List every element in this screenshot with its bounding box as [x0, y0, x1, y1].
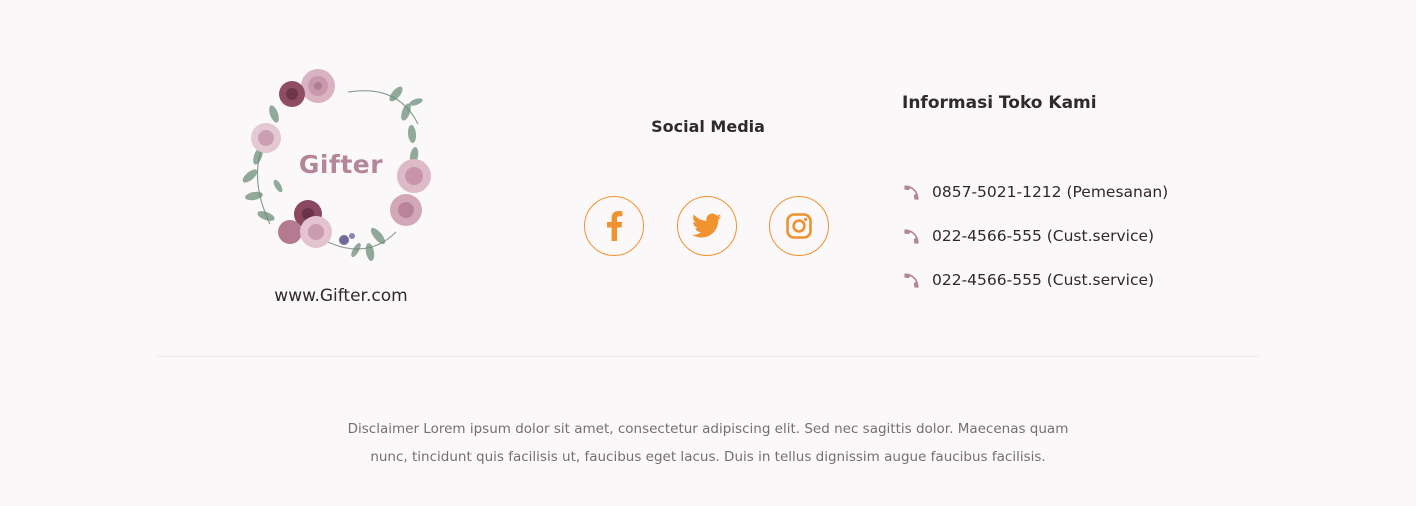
store-info-heading: Informasi Toko Kami — [902, 93, 1097, 113]
logo-text: Gifter — [298, 150, 384, 179]
twitter-icon — [692, 213, 722, 238]
contact-text: 022-4566-555 (Cust.service) — [932, 271, 1155, 289]
footer-divider — [158, 356, 1258, 357]
site-footer: Gifter www.Gifter.com Social Media Infor… — [0, 0, 1416, 506]
website-link[interactable]: www.Gifter.com — [228, 286, 454, 306]
contact-item-service[interactable]: 022-4566-555 (Cust.service) — [901, 214, 1221, 258]
contact-text: 022-4566-555 (Cust.service) — [932, 227, 1155, 245]
contact-text: 0857-5021-1212 (Pemesanan) — [932, 183, 1169, 201]
contact-item-service[interactable]: 022-4566-555 (Cust.service) — [901, 258, 1221, 302]
facebook-button[interactable] — [584, 196, 644, 256]
twitter-button[interactable] — [677, 196, 737, 256]
facebook-icon — [607, 211, 623, 241]
disclaimer-text: Disclaimer Lorem ipsum dolor sit amet, c… — [308, 415, 1108, 471]
phone-icon — [901, 182, 921, 202]
disclaimer-line: nunc, tincidunt quis facilisis ut, fauci… — [370, 449, 1046, 465]
phone-icon — [901, 270, 921, 290]
instagram-button[interactable] — [769, 196, 829, 256]
instagram-icon — [786, 213, 812, 239]
contact-item-order[interactable]: 0857-5021-1212 (Pemesanan) — [901, 170, 1221, 214]
disclaimer-line: Disclaimer Lorem ipsum dolor sit amet, c… — [347, 421, 1069, 437]
brand-logo[interactable]: Gifter — [228, 64, 454, 274]
social-media-links — [584, 196, 834, 260]
social-media-heading: Social Media — [651, 117, 765, 136]
contact-list: 0857-5021-1212 (Pemesanan) 022-4566-555 … — [901, 170, 1221, 302]
phone-icon — [901, 226, 921, 246]
